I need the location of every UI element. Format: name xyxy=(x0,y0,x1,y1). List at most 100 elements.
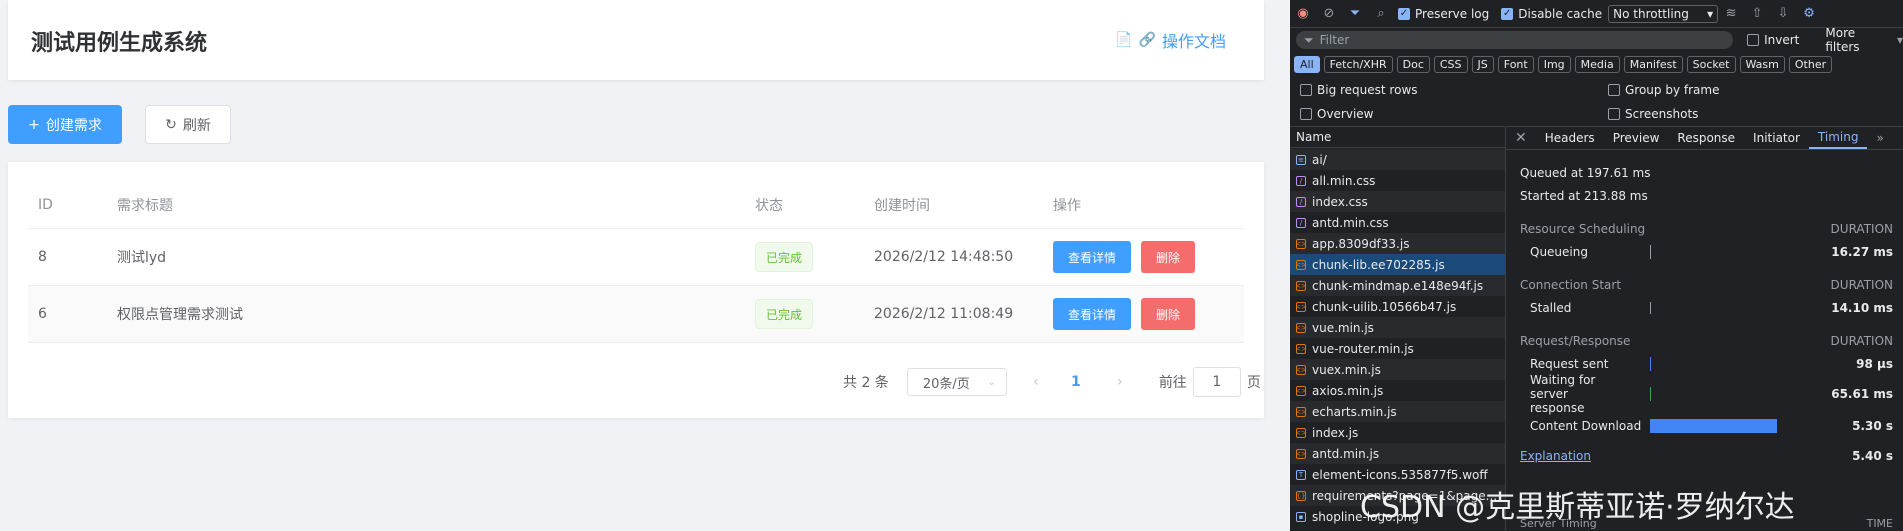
page-size-select[interactable]: 20条/页 ⌄ xyxy=(906,368,1007,396)
disable-cache-checkbox[interactable]: ✓ xyxy=(1501,7,1514,20)
type-filter-socket[interactable]: Socket xyxy=(1686,56,1736,73)
link-icon: 🔗 xyxy=(1138,32,1156,48)
file-name: chunk-mindmap.e148e94f.js xyxy=(1312,278,1484,293)
view-detail-button[interactable]: 查看详情 xyxy=(1053,241,1132,273)
goto-page-input[interactable]: 1 xyxy=(1192,367,1241,397)
timing-bar xyxy=(1650,419,1777,433)
queued-at: Queued at 197.61 ms xyxy=(1520,166,1651,180)
next-page-button[interactable]: › xyxy=(1105,374,1135,390)
record-icon[interactable]: ◉ xyxy=(1290,6,1316,21)
file-name: index.js xyxy=(1312,425,1359,440)
timing-bar xyxy=(1650,245,1651,259)
doc-link[interactable]: 📄 🔗 操作文档 xyxy=(1115,28,1226,52)
list-item[interactable]: / all.min.css xyxy=(1290,170,1505,191)
list-item[interactable]: <> chunk-lib.ee702285.js xyxy=(1290,254,1505,275)
type-filter-media[interactable]: Media xyxy=(1574,56,1620,73)
type-filter-manifest[interactable]: Manifest xyxy=(1623,56,1683,73)
list-item[interactable]: <> antd.min.js xyxy=(1290,443,1505,464)
search-icon[interactable]: ⌕ xyxy=(1368,6,1394,21)
tab-response[interactable]: Response xyxy=(1668,127,1744,149)
list-item[interactable]: ≡ ai/ xyxy=(1290,149,1505,170)
js-file-icon: <> xyxy=(1295,280,1307,291)
list-item[interactable]: <> chunk-uilib.10566b47.js xyxy=(1290,296,1505,317)
more-tabs-icon[interactable]: » xyxy=(1867,127,1892,149)
tab-timing[interactable]: Timing xyxy=(1808,127,1868,149)
refresh-button[interactable]: ↻ 刷新 xyxy=(145,105,231,144)
upload-icon[interactable]: ⇧ xyxy=(1744,6,1770,21)
list-item[interactable]: <> vue.min.js xyxy=(1290,317,1505,338)
type-filter-js[interactable]: JS xyxy=(1471,56,1494,73)
type-filter-img[interactable]: Img xyxy=(1537,56,1571,73)
close-icon[interactable]: ✕ xyxy=(1506,127,1536,149)
filter-icon[interactable]: ⏷ xyxy=(1342,6,1368,21)
requirements-card: ID 需求标题 状态 创建时间 操作 8 测试lyd 已完成 2026/2/12… xyxy=(8,162,1264,418)
type-filter-css[interactable]: CSS xyxy=(1433,56,1468,73)
big-rows-checkbox[interactable] xyxy=(1300,84,1312,96)
name-column-header[interactable]: Name xyxy=(1290,126,1505,148)
file-name: echarts.min.js xyxy=(1312,404,1397,419)
list-item[interactable]: / index.css xyxy=(1290,191,1505,212)
js-file-icon: <> xyxy=(1295,238,1307,249)
row-ops: 查看详情 删除 xyxy=(1053,286,1196,342)
list-item[interactable]: <> chunk-mindmap.e148e94f.js xyxy=(1290,275,1505,296)
goto-label: 前往 xyxy=(1158,375,1187,391)
list-item[interactable]: <> vuex.min.js xyxy=(1290,359,1505,380)
type-filter-font[interactable]: Font xyxy=(1497,56,1534,73)
document-icon: ≡ xyxy=(1296,154,1306,165)
file-name: all.min.css xyxy=(1312,173,1376,188)
download-icon[interactable]: ⇩ xyxy=(1770,6,1796,21)
list-item[interactable]: <> echarts.min.js xyxy=(1290,401,1505,422)
file-name: chunk-uilib.10566b47.js xyxy=(1312,299,1457,314)
row-time: 2026/2/12 11:08:49 xyxy=(874,306,1014,322)
font-file-icon: T xyxy=(1296,469,1306,480)
tab-headers[interactable]: Headers xyxy=(1536,127,1604,149)
file-name: index.css xyxy=(1312,194,1368,209)
type-filter-other[interactable]: Other xyxy=(1788,56,1833,73)
preserve-log-checkbox[interactable]: ✓ xyxy=(1398,7,1410,20)
list-item[interactable]: / antd.min.css xyxy=(1290,212,1505,233)
list-item[interactable]: <> axios.min.js xyxy=(1290,380,1505,401)
options-row: Overview Screenshots xyxy=(1296,107,1896,121)
file-name: ai/ xyxy=(1312,152,1327,167)
timing-row-content-download: Content Download 5.30 s xyxy=(1530,419,1893,433)
gear-icon[interactable]: ⚙ xyxy=(1796,6,1822,21)
delete-button[interactable]: 删除 xyxy=(1141,298,1196,330)
timing-row-waiting: Waiting for server response 65.61 ms xyxy=(1530,373,1893,415)
devtools-toolbar: ◉ ⊘ ⏷ ⌕ ✓ Preserve log ✓ Disable cache N… xyxy=(1290,0,1903,28)
clear-icon[interactable]: ⊘ xyxy=(1316,6,1342,21)
wifi-icon[interactable]: ≋ xyxy=(1718,6,1744,21)
type-filter-all[interactable]: All xyxy=(1294,56,1320,73)
requirements-table: ID 需求标题 状态 创建时间 操作 8 测试lyd 已完成 2026/2/12… xyxy=(28,182,1244,343)
type-filter-wasm[interactable]: Wasm xyxy=(1739,56,1785,73)
prev-page-button[interactable]: ‹ xyxy=(1021,374,1051,390)
delete-button[interactable]: 删除 xyxy=(1141,241,1196,273)
timing-row-stalled: Stalled 14.10 ms xyxy=(1530,301,1893,315)
group-frame-checkbox[interactable] xyxy=(1608,84,1620,96)
timing-label: Stalled xyxy=(1530,301,1572,315)
overview-checkbox[interactable] xyxy=(1300,108,1312,120)
table-row: 6 权限点管理需求测试 已完成 2026/2/12 11:08:49 查看详情 … xyxy=(28,286,1244,343)
type-filter-doc[interactable]: Doc xyxy=(1396,56,1430,73)
type-filter-fetch[interactable]: Fetch/XHR xyxy=(1323,56,1393,73)
devtools-panel: ◉ ⊘ ⏷ ⌕ ✓ Preserve log ✓ Disable cache N… xyxy=(1290,0,1903,531)
more-filters-dropdown[interactable]: More filters xyxy=(1825,26,1893,54)
list-item[interactable]: <> vue-router.min.js xyxy=(1290,338,1505,359)
screenshots-checkbox[interactable] xyxy=(1608,108,1620,120)
filter-input[interactable]: ⏷ Filter xyxy=(1296,31,1734,49)
view-detail-button[interactable]: 查看详情 xyxy=(1053,298,1132,330)
tab-initiator[interactable]: Initiator xyxy=(1744,127,1809,149)
invert-checkbox[interactable] xyxy=(1747,34,1760,46)
refresh-icon: ↻ xyxy=(165,116,177,133)
tab-preview[interactable]: Preview xyxy=(1604,127,1669,149)
table-row: 8 测试lyd 已完成 2026/2/12 14:48:50 查看详情 删除 xyxy=(28,229,1244,286)
page-number[interactable]: 1 xyxy=(1061,374,1091,390)
throttling-select[interactable]: No throttling ▾ xyxy=(1608,4,1719,23)
list-item[interactable]: <> app.8309df33.js xyxy=(1290,233,1505,254)
create-requirement-button[interactable]: + 创建需求 xyxy=(8,105,122,144)
file-name: axios.min.js xyxy=(1312,383,1384,398)
doc-link-label: 操作文档 xyxy=(1161,32,1226,51)
explanation-link[interactable]: Explanation xyxy=(1520,449,1591,463)
list-item[interactable]: <> index.js xyxy=(1290,422,1505,443)
css-file-icon: / xyxy=(1296,196,1306,207)
table-header-row: ID 需求标题 状态 创建时间 操作 xyxy=(28,182,1244,229)
